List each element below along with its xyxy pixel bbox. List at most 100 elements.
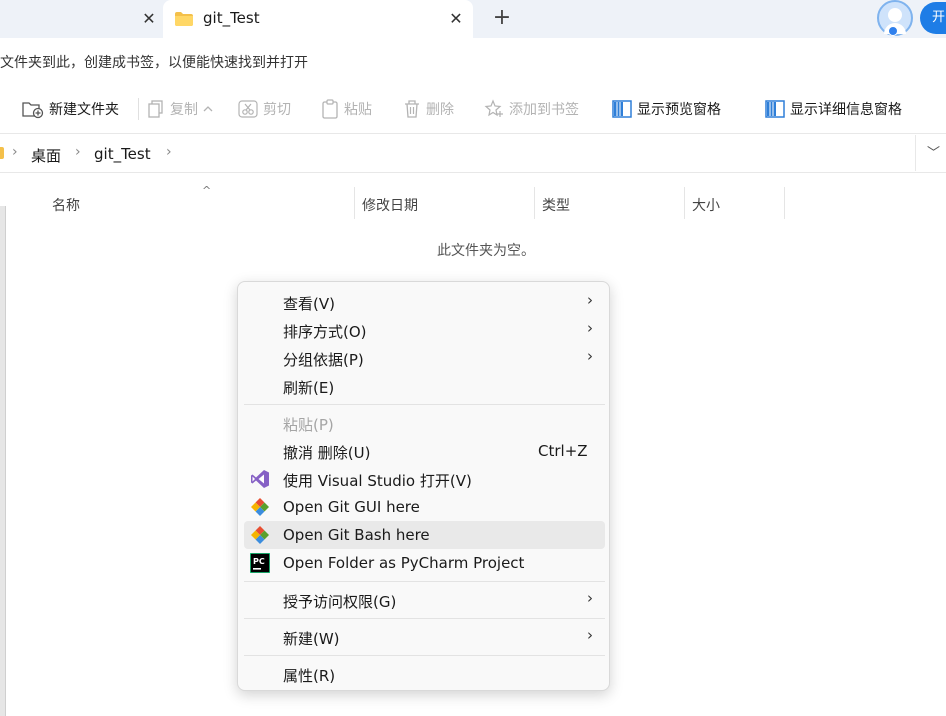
delete-label: 删除 (426, 102, 454, 118)
chevron-right-icon: › (12, 144, 18, 160)
menu-separator (244, 404, 605, 405)
column-header: ^ 名称 修改日期 类型 大小 (8, 184, 946, 220)
toolbar: 新建文件夹 复制 剪切 粘贴 删除 添加到书签 显示预览窗格 显示详细信息窗格 (0, 84, 946, 134)
breadcrumb-git-test[interactable]: git_Test (94, 145, 151, 163)
new-folder-icon (22, 102, 44, 119)
menu-item-label: Open Git GUI here (283, 498, 420, 516)
column-divider[interactable] (684, 187, 685, 219)
pycharm-icon: PC (250, 553, 270, 573)
details-pane-button[interactable]: 显示详细信息窗格 (765, 97, 902, 121)
sort-up-icon: ^ (202, 184, 212, 197)
address-folder-icon (0, 147, 4, 159)
column-modified[interactable]: 修改日期 (362, 195, 418, 215)
column-name[interactable]: 名称 (52, 195, 80, 215)
paste-label: 粘贴 (344, 102, 372, 118)
breadcrumb-desktop[interactable]: 桌面 (31, 145, 61, 166)
submenu-arrow-icon: › (587, 347, 593, 365)
menu-item-sort-by[interactable]: 排序方式(O) › (244, 316, 605, 344)
column-type[interactable]: 类型 (542, 195, 570, 215)
navigation-pane-scrollbar[interactable] (0, 206, 6, 716)
bookmark-tip-text: 文件夹到此，创建成书签，以便能快速找到并打开 (0, 55, 308, 71)
submenu-arrow-icon: › (587, 626, 593, 644)
toolbar-divider (138, 98, 139, 120)
menu-item-group-by[interactable]: 分组依据(P) › (244, 344, 605, 372)
navigation-pane-edge (0, 174, 8, 716)
column-divider[interactable] (784, 187, 785, 219)
menu-item-properties[interactable]: 属性(R) (244, 660, 605, 688)
new-folder-button[interactable]: 新建文件夹 (22, 97, 119, 121)
new-folder-label: 新建文件夹 (49, 102, 119, 118)
menu-item-paste[interactable]: 粘贴(P) (244, 409, 605, 437)
tab-previous[interactable]: ✕ (0, 0, 163, 38)
menu-item-label: 授予访问权限(G) (283, 593, 397, 611)
tab-close-icon[interactable]: ✕ (446, 9, 466, 29)
folder-icon (175, 12, 193, 26)
tab-git-test[interactable]: git_Test ✕ (163, 0, 473, 38)
address-bar[interactable]: › 桌面 › git_Test › ﹀ (0, 135, 946, 173)
git-bash-icon (251, 526, 269, 544)
menu-item-view[interactable]: 查看(V) › (244, 288, 605, 316)
menu-item-label: 属性(R) (283, 667, 336, 685)
avatar-badge-icon (888, 26, 898, 36)
preview-pane-button[interactable]: 显示预览窗格 (612, 97, 721, 121)
menu-item-grant-access[interactable]: 授予访问权限(G) › (244, 586, 605, 614)
star-plus-icon (484, 99, 503, 117)
tab-previous-close-icon[interactable]: ✕ (139, 9, 159, 29)
chevron-down-icon: ﹀ (927, 146, 941, 161)
menu-separator (244, 581, 605, 582)
clipboard-icon (322, 99, 338, 119)
chevron-right-icon: › (166, 144, 172, 160)
git-gui-icon (251, 498, 269, 516)
menu-separator (244, 655, 605, 656)
trash-icon (405, 100, 419, 118)
tab-bar: ✕ git_Test ✕ + 开 (0, 0, 946, 38)
menu-item-label: Open Folder as PyCharm Project (283, 554, 525, 572)
menu-item-new[interactable]: 新建(W) › (244, 623, 605, 651)
chevron-up-icon (203, 106, 213, 112)
menu-item-label: 新建(W) (283, 630, 340, 648)
column-size[interactable]: 大小 (692, 195, 720, 215)
bookmark-tip-bar: 文件夹到此，创建成书签，以便能快速找到并打开 (0, 38, 946, 84)
menu-item-git-gui[interactable]: Open Git GUI here (244, 493, 605, 521)
visual-studio-icon (251, 470, 269, 488)
menu-item-label: 排序方式(O) (283, 323, 367, 341)
add-bookmark-button[interactable]: 添加到书签 (484, 97, 579, 121)
address-history-dropdown[interactable]: ﹀ (915, 135, 946, 171)
details-pane-icon (765, 100, 785, 118)
details-pane-label: 显示详细信息窗格 (790, 102, 902, 118)
column-divider[interactable] (534, 187, 535, 219)
scissors-icon (238, 100, 258, 118)
menu-item-refresh[interactable]: 刷新(E) (244, 372, 605, 400)
delete-button[interactable]: 删除 (403, 97, 454, 121)
menu-item-shortcut: Ctrl+Z (538, 442, 588, 460)
menu-item-label: 刷新(E) (283, 379, 335, 397)
cut-button[interactable]: 剪切 (238, 97, 291, 121)
copy-button[interactable]: 复制 (147, 97, 219, 121)
menu-item-undo-delete[interactable]: 撤消 删除(U) Ctrl+Z (244, 437, 605, 465)
paste-button[interactable]: 粘贴 (321, 97, 372, 121)
menu-item-git-bash[interactable]: Open Git Bash here (244, 521, 605, 549)
empty-folder-message: 此文件夹为空。 (437, 243, 535, 259)
svg-text:PC: PC (253, 557, 265, 566)
menu-item-label: Open Git Bash here (283, 526, 430, 544)
chevron-right-icon: › (75, 144, 81, 160)
menu-separator (244, 618, 605, 619)
menu-item-open-with-visual-studio[interactable]: 使用 Visual Studio 打开(V) (244, 465, 605, 493)
open-button[interactable]: 开 (920, 2, 946, 34)
add-bookmark-label: 添加到书签 (509, 102, 579, 118)
submenu-arrow-icon: › (587, 291, 593, 309)
new-tab-button[interactable]: + (490, 6, 514, 30)
context-menu: 查看(V) › 排序方式(O) › 分组依据(P) › 刷新(E) 粘贴(P) … (237, 281, 610, 691)
menu-item-open-pycharm[interactable]: PC Open Folder as PyCharm Project (244, 549, 605, 577)
submenu-arrow-icon: › (587, 319, 593, 337)
preview-pane-icon (612, 100, 632, 118)
submenu-arrow-icon: › (587, 589, 593, 607)
copy-label: 复制 (170, 102, 198, 118)
cut-label: 剪切 (263, 102, 291, 118)
tab-title: git_Test (203, 9, 260, 27)
menu-item-label: 分组依据(P) (283, 351, 364, 369)
copy-icon (148, 100, 163, 118)
column-divider[interactable] (354, 187, 355, 219)
menu-item-label: 查看(V) (283, 295, 335, 313)
menu-item-label: 粘贴(P) (283, 416, 334, 434)
